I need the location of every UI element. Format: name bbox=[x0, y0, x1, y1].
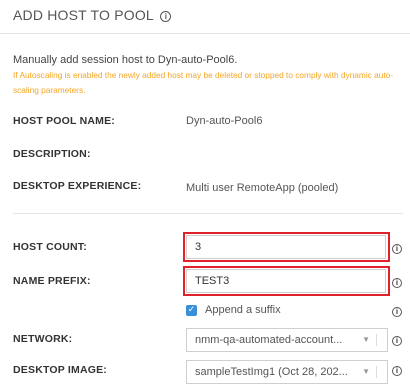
name-prefix-label: NAME PREFIX: bbox=[13, 275, 91, 287]
chevron-down-icon[interactable]: ▼ bbox=[362, 335, 370, 344]
desktop-experience-value: Multi user RemoteApp (pooled) bbox=[186, 182, 339, 194]
host-count-label: HOST COUNT: bbox=[13, 241, 87, 253]
host-count-highlight bbox=[183, 232, 390, 262]
info-icon[interactable]: i bbox=[392, 366, 402, 376]
intro-text: Manually add session host to Dyn-auto-Po… bbox=[13, 54, 238, 66]
network-select[interactable]: nmm-qa-automated-account... ▼ bbox=[186, 328, 388, 352]
info-icon[interactable]: i bbox=[392, 278, 402, 288]
description-label: DESCRIPTION: bbox=[13, 148, 91, 160]
name-prefix-highlight bbox=[183, 266, 390, 296]
info-icon[interactable]: i bbox=[392, 336, 402, 346]
host-pool-name-value: Dyn-auto-Pool6 bbox=[186, 115, 263, 127]
autoscale-warning: If Autoscaling is enabled the newly adde… bbox=[13, 70, 394, 95]
host-pool-name-label: HOST POOL NAME: bbox=[13, 115, 115, 127]
dialog-header: ADD HOST TO POOL i bbox=[0, 0, 410, 34]
info-icon[interactable]: i bbox=[392, 244, 402, 254]
desktop-image-label: DESKTOP IMAGE: bbox=[13, 364, 108, 376]
info-icon[interactable]: i bbox=[160, 11, 172, 22]
checkmark-icon: ✓ bbox=[187, 305, 196, 315]
dialog-title: ADD HOST TO POOL i bbox=[13, 7, 172, 23]
append-suffix-checkbox[interactable]: ✓ bbox=[186, 305, 197, 316]
desktop-image-select-value: sampleTestImg1 (Oct 28, 202... bbox=[195, 366, 348, 378]
select-separator bbox=[376, 366, 377, 378]
desktop-experience-label: DESKTOP EXPERIENCE: bbox=[13, 180, 142, 192]
desktop-image-select[interactable]: sampleTestImg1 (Oct 28, 202... ▼ bbox=[186, 360, 388, 384]
select-separator bbox=[376, 334, 377, 346]
info-icon[interactable]: i bbox=[392, 307, 402, 317]
append-suffix-label: Append a suffix bbox=[205, 304, 281, 316]
chevron-down-icon[interactable]: ▼ bbox=[362, 367, 370, 376]
section-divider bbox=[13, 213, 403, 214]
dialog-title-text: ADD HOST TO POOL bbox=[13, 7, 154, 23]
network-select-value: nmm-qa-automated-account... bbox=[195, 334, 343, 346]
network-label: NETWORK: bbox=[13, 333, 73, 345]
